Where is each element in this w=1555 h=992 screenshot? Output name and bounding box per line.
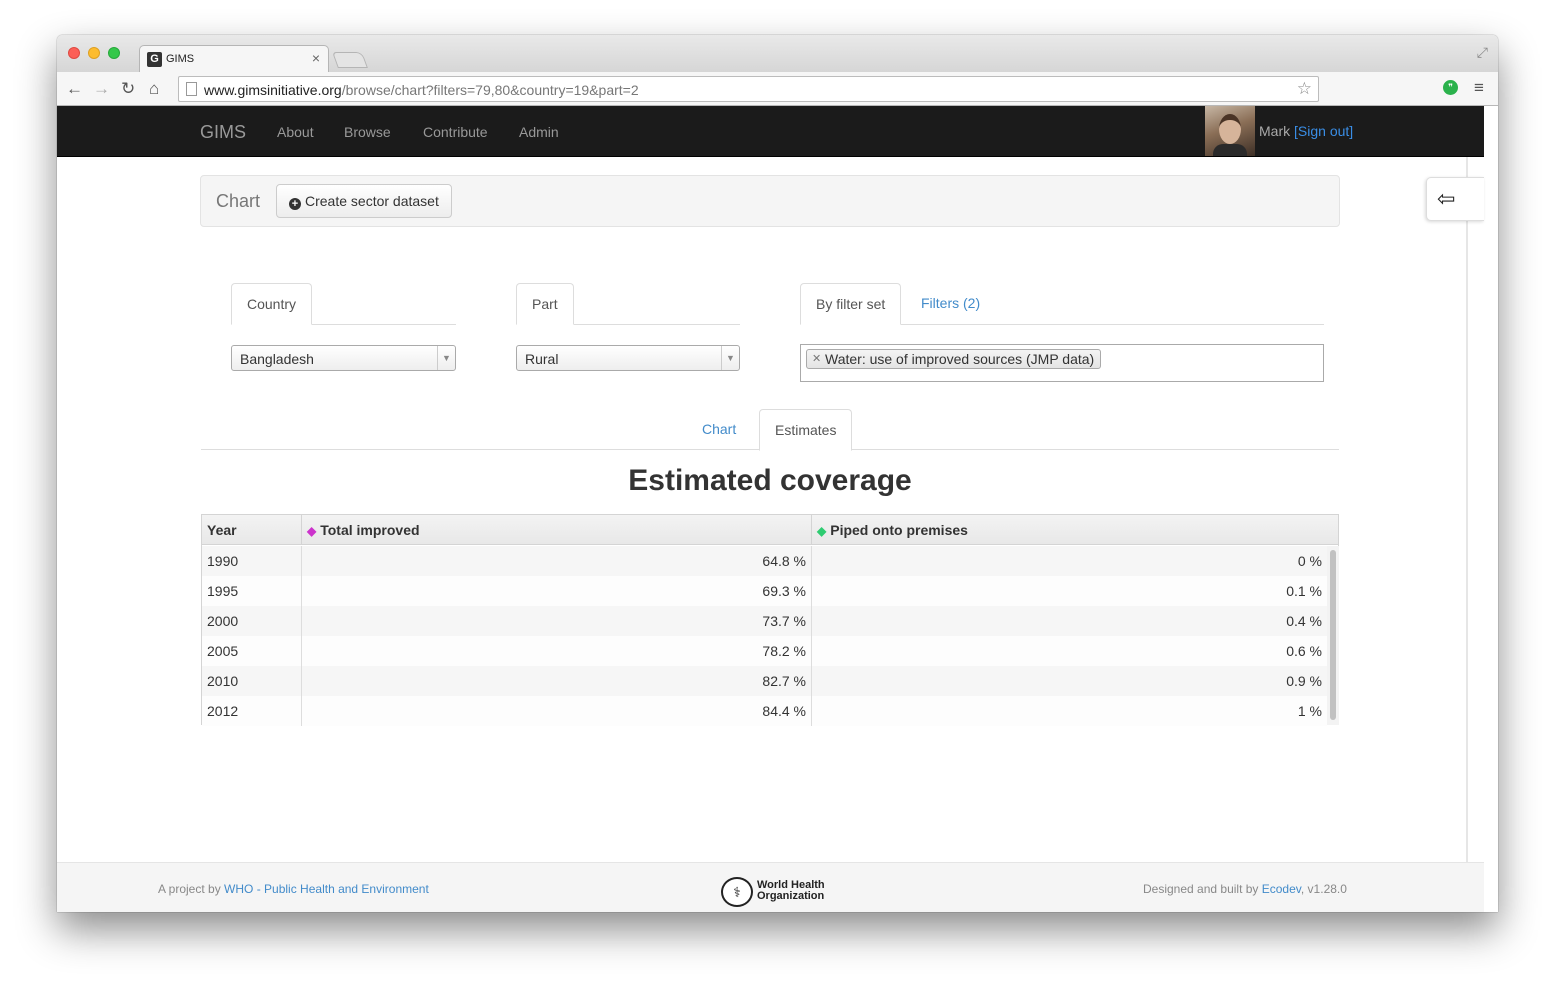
user-info: Mark [Sign out]	[1259, 123, 1353, 139]
piped-cell: 0 %	[1297, 553, 1322, 569]
total-improved-cell: 84.4 %	[302, 696, 812, 726]
brand-link[interactable]: GIMS	[200, 122, 246, 143]
year-cell: 1990	[202, 546, 302, 576]
plus-circle-icon: +	[289, 198, 301, 210]
filter-set-input[interactable]: ✕ Water: use of improved sources (JMP dat…	[800, 344, 1324, 382]
tab-country[interactable]: Country	[231, 283, 313, 325]
section-title: Estimated coverage	[628, 464, 912, 497]
bookmark-star-icon[interactable]: ☆	[1297, 79, 1312, 99]
extension-icon[interactable]: ❞	[1443, 80, 1458, 95]
page-title: Chart	[216, 191, 261, 211]
piped-cell: 0.6 %	[1286, 643, 1322, 659]
column-header-total-improved[interactable]: ◆ Total improved	[302, 515, 812, 545]
tab-estimates[interactable]: Estimates	[759, 409, 853, 451]
nav-link-admin[interactable]: Admin	[519, 124, 559, 140]
estimates-table: Year ◆ Total improved ◆ Piped onto premise…	[201, 514, 1339, 726]
piped-cell: 0.9 %	[1286, 673, 1322, 689]
nav-link-about[interactable]: About	[277, 124, 314, 140]
browser-window: G GIMS × ⤢ ← → ↻ ⌂ www.gimsinitiative.or…	[57, 35, 1498, 912]
total-improved-cell: 64.8 %	[302, 546, 812, 576]
browser-tab[interactable]: G GIMS ×	[139, 45, 329, 72]
table-row: 2012 84.4 % 1 %	[202, 696, 1327, 726]
nav-link-browse[interactable]: Browse	[344, 124, 391, 140]
reload-icon[interactable]: ↻	[121, 79, 135, 99]
address-bar[interactable]: www.gimsinitiative.org/browse/chart?filt…	[178, 76, 1319, 102]
total-improved-cell: 73.7 %	[302, 606, 812, 636]
table-row: 2000 73.7 % 0.4 %	[202, 606, 1327, 636]
year-cell: 2012	[202, 696, 302, 726]
chevron-down-icon: ▼	[437, 346, 455, 370]
zoom-window-button[interactable]	[108, 47, 120, 59]
tag-icon: ◆	[817, 524, 827, 538]
chart-header: Chart + Create sector dataset	[200, 175, 1340, 227]
footer-credit: A project by WHO - Public Health and Env…	[158, 882, 429, 896]
part-select[interactable]: Rural ▼	[516, 345, 740, 371]
piped-cell: 1 %	[1297, 703, 1322, 719]
total-improved-cell: 78.2 %	[302, 636, 812, 666]
nav-link-contribute[interactable]: Contribute	[423, 124, 488, 140]
table-scrollbar[interactable]	[1327, 546, 1339, 725]
piped-cell: 0.4 %	[1286, 613, 1322, 629]
country-select-value: Bangladesh	[240, 351, 314, 367]
close-window-button[interactable]	[68, 47, 80, 59]
part-select-value: Rural	[525, 351, 559, 367]
table-row: 1995 69.3 % 0.1 %	[202, 576, 1327, 606]
browser-toolbar: ← → ↻ ⌂ www.gimsinitiative.org/browse/ch…	[57, 72, 1498, 106]
selected-filter-tag: ✕ Water: use of improved sources (JMP dat…	[806, 349, 1102, 369]
sign-in-icon: ⇦	[1437, 186, 1456, 211]
year-cell: 1995	[202, 576, 302, 606]
column-header-year[interactable]: Year	[202, 515, 302, 545]
footer-built-by: Designed and built by Ecodev, v1.28.0	[1143, 882, 1347, 896]
tab-filters[interactable]: Filters (2)	[921, 283, 980, 323]
tab-strip: G GIMS × ⤢	[57, 35, 1498, 72]
year-cell: 2000	[202, 606, 302, 636]
total-improved-cell: 82.7 %	[302, 666, 812, 696]
fullscreen-icon[interactable]: ⤢	[1477, 44, 1488, 61]
ecodev-link[interactable]: Ecodev	[1262, 882, 1301, 896]
total-improved-cell: 69.3 %	[302, 576, 812, 606]
top-navbar: GIMS About Browse Contribute Admin Mark …	[57, 106, 1484, 157]
column-header-piped-onto-premises[interactable]: ◆ Piped onto premises	[812, 515, 1339, 545]
sign-out-link[interactable]: [Sign out]	[1294, 123, 1353, 139]
tab-chart[interactable]: Chart	[702, 409, 736, 449]
year-cell: 2005	[202, 636, 302, 666]
page-footer: A project by WHO - Public Health and Env…	[57, 862, 1484, 912]
side-panel-toggle-button[interactable]: ⇦	[1426, 177, 1484, 221]
table-header: Year ◆ Total improved ◆ Piped onto premise…	[202, 515, 1338, 545]
minimize-window-button[interactable]	[88, 47, 100, 59]
back-icon[interactable]: ←	[66, 79, 83, 99]
year-cell: 2010	[202, 666, 302, 696]
chevron-down-icon: ▼	[721, 346, 739, 370]
create-sector-dataset-button[interactable]: + Create sector dataset	[276, 184, 452, 218]
page-content: GIMS About Browse Contribute Admin Mark …	[57, 106, 1484, 912]
forward-icon[interactable]: →	[93, 79, 110, 99]
side-panel-rail	[1466, 157, 1468, 912]
table-row: 2010 82.7 % 0.9 %	[202, 666, 1327, 696]
who-link[interactable]: WHO - Public Health and Environment	[224, 882, 429, 896]
tab-by-filter-set[interactable]: By filter set	[800, 283, 902, 325]
tab-part[interactable]: Part	[516, 283, 574, 325]
browser-menu-icon[interactable]: ≡	[1474, 78, 1484, 98]
new-tab-button[interactable]	[332, 52, 368, 68]
table-row: 2005 78.2 % 0.6 %	[202, 636, 1327, 666]
country-select[interactable]: Bangladesh ▼	[231, 345, 456, 371]
tab-title: GIMS	[166, 53, 195, 65]
who-emblem-icon: ⚕	[721, 877, 753, 907]
url-text: www.gimsinitiative.org/browse/chart?filt…	[204, 82, 639, 98]
remove-icon[interactable]: ✕	[812, 350, 821, 368]
scrollbar-thumb[interactable]	[1330, 550, 1336, 720]
tab-close-icon[interactable]: ×	[312, 50, 320, 66]
user-name: Mark	[1259, 123, 1291, 139]
table-row: 1990 64.8 % 0 %	[202, 546, 1327, 576]
tag-icon: ◆	[307, 524, 317, 538]
favicon-icon: G	[147, 52, 162, 67]
home-icon[interactable]: ⌂	[149, 79, 159, 99]
user-avatar	[1205, 106, 1255, 156]
piped-cell: 0.1 %	[1286, 583, 1322, 599]
page-icon	[186, 82, 197, 96]
